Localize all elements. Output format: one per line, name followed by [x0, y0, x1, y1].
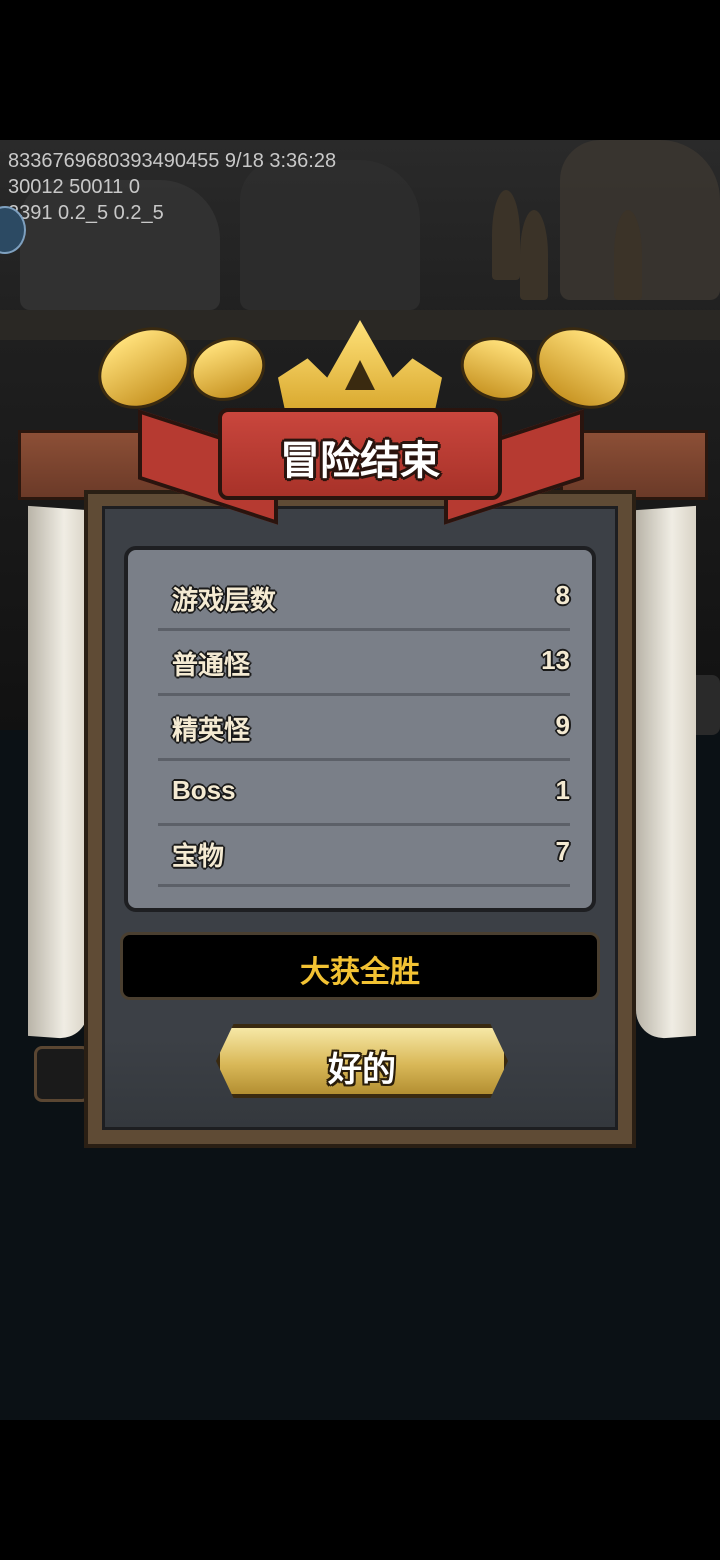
ok-button[interactable]: 好的	[216, 1024, 508, 1098]
stat-row-normal-monsters: 普通怪 13	[158, 633, 570, 696]
result-banner: 大获全胜	[120, 932, 600, 1000]
debug-line-2: 30012 50011 0	[8, 176, 140, 198]
debug-info: 8336769680393490455 9/18 3:36:28 30012 5…	[8, 148, 336, 226]
ok-button-label: 好的	[328, 1051, 396, 1089]
stats-box: 游戏层数 8 普通怪 13 精英怪 9 Boss 1 宝物 7	[124, 546, 596, 912]
curtain-right	[636, 505, 696, 1041]
bottom-bar	[0, 1420, 720, 1560]
stat-value: 7	[555, 836, 570, 866]
stat-row-elite-monsters: 精英怪 9	[158, 698, 570, 761]
stat-label: 游戏层数	[172, 585, 277, 615]
background-left-button-2	[34, 1046, 90, 1102]
stat-value: 13	[541, 645, 570, 675]
stat-value: 1	[555, 775, 570, 805]
stat-label: 精英怪	[172, 715, 251, 745]
curtain-left	[28, 505, 88, 1041]
stat-label: Boss	[172, 775, 236, 805]
stat-label: 宝物	[172, 841, 225, 871]
game-screen: 8336769680393490455 9/18 3:36:28 30012 5…	[0, 0, 720, 1560]
result-text: 大获全胜	[300, 956, 420, 989]
stat-row-boss: Boss 1	[158, 763, 570, 826]
dialog-title: 冒险结束	[280, 439, 440, 483]
debug-line-1: 8336769680393490455 9/18 3:36:28	[8, 150, 337, 172]
stat-value: 8	[555, 580, 570, 610]
stat-row-treasure: 宝物 7	[158, 824, 570, 887]
stat-row-floors: 游戏层数 8	[158, 568, 570, 631]
debug-line-3: 2391 0.2_5 0.2_5	[8, 202, 164, 224]
stat-value: 9	[555, 710, 570, 740]
stat-label: 普通怪	[172, 650, 251, 680]
